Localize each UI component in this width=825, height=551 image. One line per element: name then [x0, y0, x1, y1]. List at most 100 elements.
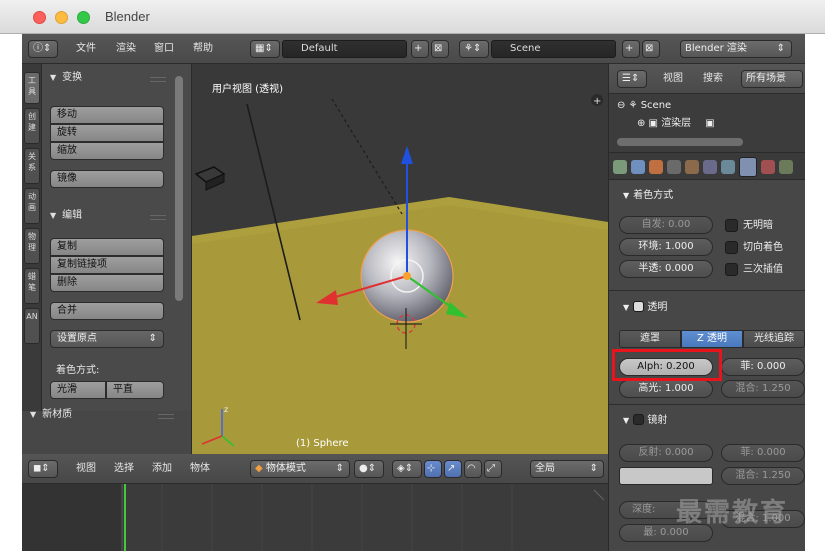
z-transparency-mode-button[interactable]: Z 透明 [681, 330, 743, 348]
close-window-button[interactable] [33, 11, 46, 24]
shade-flat-button[interactable]: 平直 [106, 381, 164, 399]
add-scene-button[interactable]: + [622, 40, 640, 58]
ambient-field[interactable]: 环境: 1.000 [619, 238, 713, 256]
menu-select[interactable]: 选择 [114, 460, 134, 478]
shade-smooth-button[interactable]: 光滑 [50, 381, 106, 399]
shadeless-checkbox[interactable] [725, 219, 738, 232]
layout-name-field[interactable]: Default [282, 40, 407, 58]
transparency-fresnel-field[interactable]: 菲: 0.000 [721, 358, 805, 376]
texture-tab-icon[interactable] [761, 160, 775, 174]
tab-physics[interactable]: 物理 [24, 228, 40, 264]
mode-select[interactable]: ◆ 物体模式 ⇕ [250, 460, 350, 478]
duplicate-button[interactable]: 复制 [50, 238, 164, 256]
mirror-enable-checkbox[interactable] [633, 414, 645, 425]
transparency-enable-checkbox[interactable] [633, 301, 645, 312]
scene-name-field[interactable]: Scene [491, 40, 616, 58]
viewport-scene[interactable]: z + [192, 64, 608, 454]
zoom-window-button[interactable] [77, 11, 90, 24]
shading-panel-header[interactable]: 着色方式 [623, 188, 673, 204]
timeline-area[interactable] [22, 484, 608, 551]
outliner-item-scene[interactable]: ⊖ ⚘ Scene [617, 98, 671, 114]
menu-object[interactable]: 物体 [190, 460, 210, 478]
outliner-menu-view[interactable]: 视图 [663, 70, 683, 88]
tab-grease-pencil[interactable]: 蜡笔 [24, 268, 40, 304]
mask-mode-button[interactable]: 遮罩 [619, 330, 681, 348]
panel-grip[interactable] [150, 77, 166, 82]
join-button[interactable]: 合并 [50, 302, 164, 320]
tab-animation[interactable]: 动画 [24, 188, 40, 224]
transform-panel-header[interactable]: 变换 [50, 70, 82, 86]
editor-type-button[interactable]: ⓘ⇕ [28, 40, 58, 58]
panel-grip[interactable] [150, 215, 166, 220]
tab-an[interactable]: AN [24, 308, 40, 344]
viewport-editor-type-button[interactable]: ◼⇕ [28, 460, 58, 478]
edit-panel-header[interactable]: 编辑 [50, 208, 82, 224]
outliner-editor-type-button[interactable]: ☰⇕ [617, 70, 647, 88]
rotate-button[interactable]: 旋转 [50, 124, 164, 142]
transparency-blend-field[interactable]: 混合: 1.250 [721, 380, 805, 398]
emit-field[interactable]: 自发: 0.00 [619, 216, 713, 234]
timeline-canvas[interactable] [22, 484, 608, 551]
mirror-button[interactable]: 镜像 [50, 170, 164, 188]
delete-scene-button[interactable]: ⊠ [642, 40, 660, 58]
outliner-menu-search[interactable]: 搜索 [703, 70, 723, 88]
material-tab-icon[interactable] [739, 157, 757, 177]
delete-button[interactable]: 删除 [50, 274, 164, 292]
mirror-fresnel-field[interactable]: 菲: 0.000 [721, 444, 805, 462]
menu-file[interactable]: 文件 [76, 40, 96, 58]
constraints-tab-icon[interactable] [703, 160, 717, 174]
scale-manipulator-button[interactable]: ⤢ [484, 460, 502, 478]
modifiers-tab-icon[interactable] [721, 160, 735, 174]
transform-orientation-select[interactable]: 全局 ⇕ [530, 460, 604, 478]
translate-button[interactable]: 移动 [50, 106, 164, 124]
pivot-select[interactable]: ◈⇕ [392, 460, 422, 478]
set-origin-select[interactable]: 设置原点 ⇕ [50, 330, 164, 348]
render-tab-icon[interactable] [613, 160, 627, 174]
scene-browse-button[interactable]: ⚘⇕ [459, 40, 489, 58]
mirror-panel-header[interactable]: 镜射 [623, 413, 667, 429]
reflectivity-field[interactable]: 反射: 0.000 [619, 444, 713, 462]
panel-grip[interactable] [158, 414, 174, 419]
menu-add[interactable]: 添加 [152, 460, 172, 478]
render-engine-select[interactable]: Blender 渲染 ⇕ [680, 40, 792, 58]
translate-manipulator-button[interactable]: ↗ [444, 460, 462, 478]
menu-help[interactable]: 帮助 [193, 40, 213, 58]
menu-render[interactable]: 渲染 [116, 40, 136, 58]
world-tab-icon[interactable] [667, 160, 681, 174]
menu-window[interactable]: 窗口 [154, 40, 174, 58]
transparency-panel-header[interactable]: 透明 [623, 300, 667, 316]
scene-tab-icon[interactable] [649, 160, 663, 174]
tab-tools[interactable]: 工具 [24, 72, 40, 104]
scale-button[interactable]: 缩放 [50, 142, 164, 160]
menu-view[interactable]: 视图 [76, 460, 96, 478]
mirror-color-swatch[interactable] [619, 467, 713, 485]
outliner-item-render-layers[interactable]: ⊕ ▣ 渲染层 ▣ [637, 116, 715, 132]
3d-viewport[interactable]: z + 用户视图 (透视) (1) Sphere [192, 64, 608, 454]
outliner-filter-select[interactable]: 所有场景 [741, 70, 803, 88]
translucency-field[interactable]: 半透: 0.000 [619, 260, 713, 278]
manipulator-toggle[interactable]: ⊹ [424, 460, 442, 478]
cubic-interpolation-checkbox[interactable] [725, 263, 738, 276]
mirror-blend-field[interactable]: 混合: 1.250 [721, 467, 805, 485]
specular-transparency-field[interactable]: 高光: 1.000 [619, 380, 713, 398]
z-arrow-head[interactable] [401, 146, 413, 164]
camera-icon[interactable] [194, 166, 226, 191]
rotate-manipulator-button[interactable]: ◠ [464, 460, 482, 478]
delete-layout-button[interactable]: ⊠ [431, 40, 449, 58]
minimize-window-button[interactable] [55, 11, 68, 24]
tool-shelf-scrollbar[interactable] [175, 76, 183, 301]
add-layout-button[interactable]: + [411, 40, 429, 58]
tab-create[interactable]: 创建 [24, 108, 40, 144]
duplicate-linked-button[interactable]: 复制链接项 [50, 256, 164, 274]
new-material-header[interactable]: 新材质 [30, 407, 72, 423]
raytrace-mode-button[interactable]: 光线追踪 [743, 330, 805, 348]
viewport-corner-plus-icon[interactable]: + [591, 94, 603, 107]
outliner-scrollbar[interactable] [617, 138, 743, 146]
tab-relations[interactable]: 关系 [24, 148, 40, 184]
particles-tab-icon[interactable] [779, 160, 793, 174]
render-layers-tab-icon[interactable] [631, 160, 645, 174]
tangent-shading-checkbox[interactable] [725, 241, 738, 254]
layout-browse-button[interactable]: ▦⇕ [250, 40, 280, 58]
shading-mode-select[interactable]: ●⇕ [354, 460, 384, 478]
object-tab-icon[interactable] [685, 160, 699, 174]
